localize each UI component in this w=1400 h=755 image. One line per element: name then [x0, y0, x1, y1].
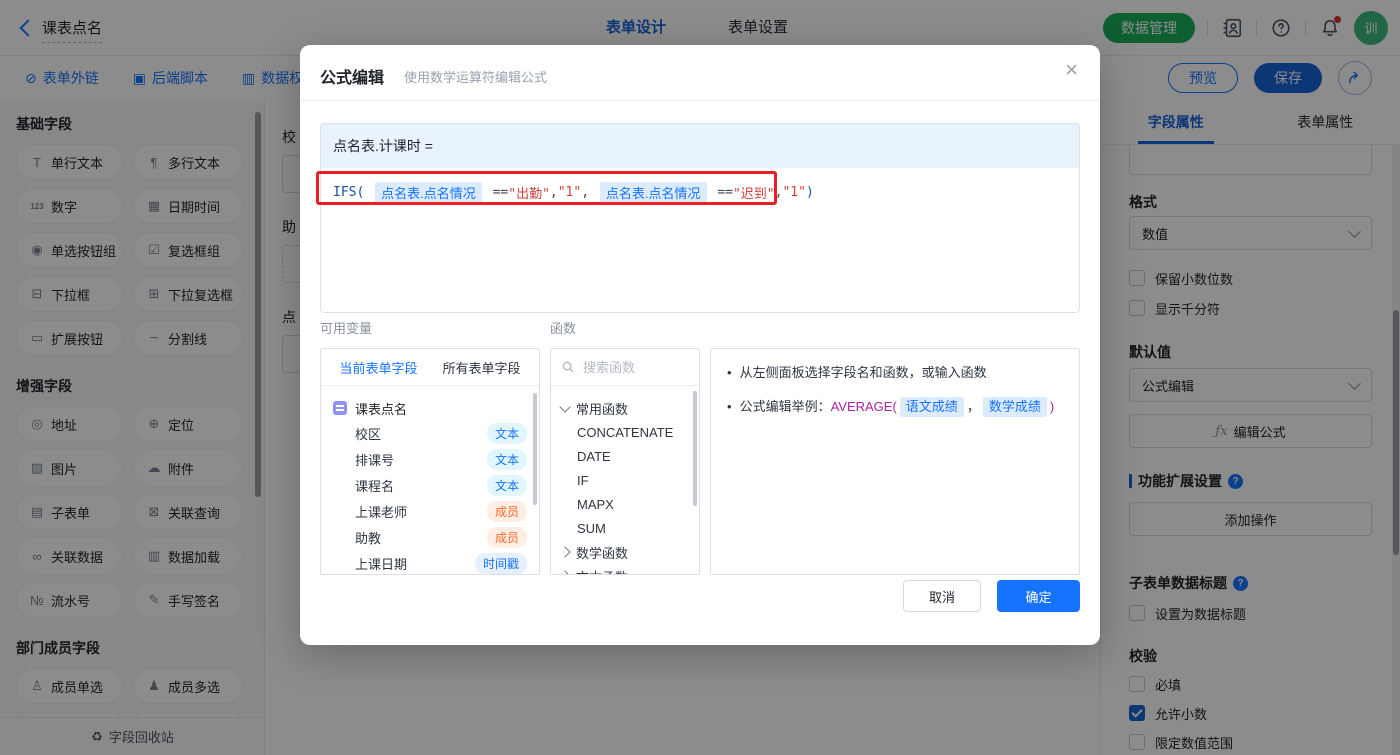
formula-token: ,: [549, 185, 558, 200]
function-item[interactable]: MAPX: [561, 492, 699, 516]
function-item[interactable]: SUM: [561, 516, 699, 540]
function-group-label: 文本函数: [576, 567, 628, 575]
variable-row[interactable]: 助教 成员: [333, 524, 527, 550]
tip-example-token: ，: [966, 399, 980, 414]
formula-token: "1": [557, 185, 582, 200]
function-item[interactable]: CONCATENATE: [561, 420, 699, 444]
formula-code[interactable]: IFS( 点名表.点名情况 =="出勤","1", 点名表.点名情况 =="迟到…: [321, 168, 1079, 217]
function-group-label: 数学函数: [576, 545, 629, 561]
variable-name: 校区: [355, 426, 382, 442]
formula-token: IFS(: [333, 185, 373, 200]
variable-row[interactable]: 排课号 文本: [333, 446, 527, 472]
functions-label: 函数: [550, 321, 577, 336]
variable-name: 课程名: [355, 478, 395, 494]
tip-example-token: AVERAGE(: [830, 399, 897, 414]
variable-row[interactable]: 上课日期 时间戳: [333, 550, 527, 574]
functions-scrollbar[interactable]: [693, 391, 697, 506]
form-node-label: 课表点名: [355, 401, 408, 417]
formula-token: ==: [709, 185, 733, 200]
cancel-button[interactable]: 取消: [903, 580, 981, 612]
formula-token: "1": [782, 185, 806, 200]
tip-example: 公式编辑举例：AVERAGE(语文成绩，数学成绩): [739, 397, 1055, 417]
function-group-common[interactable]: 常用函数: [559, 396, 699, 420]
formula-token: "出勤": [508, 187, 550, 202]
modal-title: 公式编辑: [320, 70, 385, 87]
variable-name: 上课老师: [355, 504, 408, 520]
tip-example-token: 公式编辑举例：: [739, 399, 831, 414]
function-group-text[interactable]: 文本函数: [559, 564, 699, 575]
search-icon: [562, 361, 574, 373]
search-input[interactable]: [581, 358, 685, 376]
variable-type-badge: 成员: [486, 526, 527, 548]
tips-panel: • 从左侧面板选择字段名和函数，或输入函数 • 公式编辑举例：AVERAGE(语…: [710, 348, 1080, 575]
close-icon[interactable]: ×: [1065, 59, 1078, 81]
modal-footer: 取消 确定: [300, 577, 1100, 645]
chevron-right-icon: [559, 570, 571, 574]
bullet: •: [727, 365, 732, 380]
variable-type-badge: 时间戳: [474, 552, 527, 574]
app-root: 课表点名 表单设计 表单设置 数据管理 训 ⊘ 表单外链 ▣ 后端脚本 ▥ 数据…: [0, 0, 1400, 755]
variables-tab[interactable]: 所有表单字段: [442, 358, 520, 377]
function-items: CONCATENATE DATE IF MAPX SUM: [561, 420, 699, 540]
variable-name: 助教: [355, 530, 382, 546]
variable-type-badge: 文本: [486, 448, 527, 470]
variable-type-badge: 文本: [486, 422, 527, 444]
variable-name: 排课号: [355, 452, 395, 468]
tip-line-2: • 公式编辑举例：AVERAGE(语文成绩，数学成绩): [727, 397, 1063, 417]
function-item[interactable]: DATE: [561, 444, 699, 468]
formula-editor[interactable]: 点名表.计课时 = IFS( 点名表.点名情况 =="出勤","1", 点名表.…: [320, 123, 1080, 313]
variables-scrollbar[interactable]: [533, 393, 537, 505]
formula-editor-modal: 公式编辑 使用数学运算符编辑公式 × 点名表.计课时 = IFS( 点名表.点名…: [300, 45, 1100, 645]
functions-tree: 常用函数 CONCATENATEDATEIFMAPXSUM 数学函数 文本函数: [551, 386, 699, 575]
variable-rows: 校区 文本 排课号 文本 课程名 文本 上课老师 成员 助教 成员 上课日期 时…: [333, 420, 527, 574]
formula-token: 点名表.点名情况: [375, 182, 482, 203]
formula-token: ,: [581, 185, 597, 200]
form-node[interactable]: 课表点名: [333, 396, 527, 420]
formula-token: ): [805, 185, 814, 200]
tip-example-token: ): [1049, 399, 1055, 414]
variables-panel: 当前表单字段 所有表单字段 课表点名 校区 文本 排课号 文本 课程名 文本 上…: [320, 348, 540, 575]
variable-row[interactable]: 课程名 文本: [333, 472, 527, 498]
variable-row[interactable]: 校区 文本: [333, 420, 527, 446]
functions-panel: 常用函数 CONCATENATEDATEIFMAPXSUM 数学函数 文本函数: [550, 348, 700, 575]
modal-subtitle: 使用数学运算符编辑公式: [404, 70, 548, 85]
tip-example-token: 语文成绩: [899, 397, 964, 417]
variables-tabs: 当前表单字段 所有表单字段: [321, 349, 539, 386]
formula-token: "迟到": [732, 187, 775, 202]
variable-name: 上课日期: [355, 556, 408, 572]
function-group-label: 常用函数: [576, 401, 629, 417]
function-search: [551, 349, 699, 386]
tip-text: 从左侧面板选择字段名和函数，或输入函数: [739, 365, 987, 380]
form-doc-icon: [333, 401, 347, 415]
formula-token: 点名表.点名情况: [599, 182, 707, 203]
variables-tree: 课表点名 校区 文本 排课号 文本 课程名 文本 上课老师 成员 助教 成员 上…: [321, 386, 539, 574]
variables-tab[interactable]: 当前表单字段: [339, 358, 417, 377]
chevron-right-icon: [559, 546, 571, 558]
tip-line-1: • 从左侧面板选择字段名和函数，或输入函数: [727, 363, 1063, 383]
variables-label: 可用变量: [320, 321, 373, 336]
variable-type-badge: 成员: [486, 500, 527, 522]
modal-header: 公式编辑 使用数学运算符编辑公式 ×: [300, 45, 1100, 101]
function-group-math[interactable]: 数学函数: [559, 540, 699, 564]
function-item[interactable]: IF: [561, 468, 699, 492]
tip-example-token: 数学成绩: [982, 397, 1047, 417]
confirm-button[interactable]: 确定: [997, 580, 1080, 612]
variable-type-badge: 文本: [486, 474, 527, 496]
formula-token: ==: [484, 185, 509, 200]
bullet: •: [727, 399, 732, 414]
variable-row[interactable]: 上课老师 成员: [333, 498, 527, 524]
formula-target: 点名表.计课时 =: [321, 124, 1079, 168]
chevron-down-icon: [559, 400, 571, 413]
formula-target-text: 点名表.计课时 =: [333, 138, 433, 154]
